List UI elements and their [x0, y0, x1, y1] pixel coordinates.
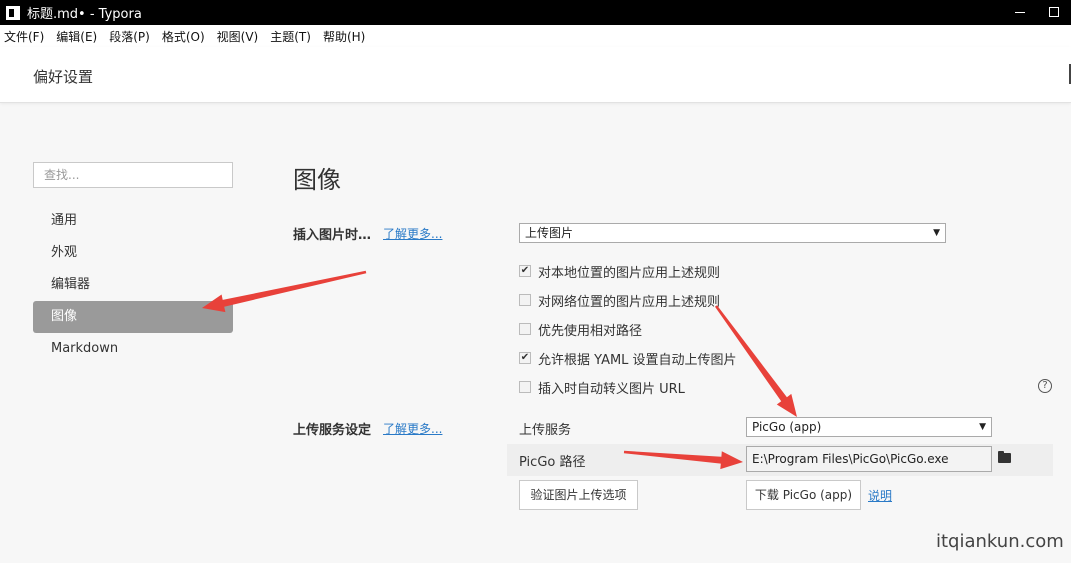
insert-image-learn-more-link[interactable]: 了解更多...: [383, 225, 442, 242]
watermark: itqiankun.com: [936, 531, 1064, 552]
insert-image-select[interactable]: 上传图片 ▼: [519, 223, 946, 243]
window-title: 标题.md• - Typora: [27, 7, 142, 22]
typora-app-icon: [6, 5, 20, 20]
sidebar-item-image[interactable]: 图像: [33, 301, 233, 333]
picgo-path-label: PicGo 路径: [519, 455, 586, 470]
help-icon[interactable]: ?: [1038, 379, 1052, 393]
folder-icon[interactable]: [998, 451, 1011, 463]
menu-view[interactable]: 视图(V): [217, 28, 259, 45]
option-yaml-auto-upload[interactable]: ✔ 允许根据 YAML 设置自动上传图片: [519, 349, 737, 368]
preferences-header: 偏好设置: [0, 47, 1071, 103]
option-label: 优先使用相对路径: [538, 323, 643, 339]
option-label: 插入时自动转义图片 URL: [538, 381, 685, 397]
checkbox-checked[interactable]: ✔: [519, 352, 531, 364]
window-controls: [1003, 0, 1071, 25]
menu-help[interactable]: 帮助(H): [323, 28, 365, 45]
menu-format[interactable]: 格式(O): [162, 28, 205, 45]
preferences-title: 偏好设置: [33, 68, 94, 86]
upload-service-label: 上传服务: [519, 423, 572, 438]
option-label: 允许根据 YAML 设置自动上传图片: [538, 352, 737, 368]
section-title: 图像: [293, 166, 341, 194]
option-local-images[interactable]: ✔ 对本地位置的图片应用上述规则: [519, 262, 721, 281]
minimize-icon: [1015, 12, 1025, 13]
menu-theme[interactable]: 主题(T): [270, 28, 311, 45]
title-bar: 标题.md• - Typora: [0, 0, 1071, 25]
option-escape-url[interactable]: 插入时自动转义图片 URL: [519, 378, 685, 397]
menu-edit[interactable]: 编辑(E): [56, 28, 97, 45]
checkbox-unchecked[interactable]: [519, 381, 531, 393]
upload-service-select-value: PicGo (app): [752, 420, 822, 434]
insert-image-select-value: 上传图片: [525, 226, 574, 240]
chevron-down-icon: ▼: [933, 228, 940, 238]
option-label: 对本地位置的图片应用上述规则: [538, 265, 721, 281]
sidebar-item-markdown[interactable]: Markdown: [33, 333, 233, 365]
download-picgo-button[interactable]: 下载 PicGo (app): [746, 480, 861, 510]
sidebar-item-editor[interactable]: 编辑器: [33, 269, 233, 301]
menu-paragraph[interactable]: 段落(P): [109, 28, 150, 45]
explain-link[interactable]: 说明: [868, 487, 892, 504]
maximize-button[interactable]: [1037, 0, 1071, 25]
checkbox-unchecked[interactable]: [519, 323, 531, 335]
minimize-button[interactable]: [1003, 0, 1037, 25]
upload-learn-more-link[interactable]: 了解更多...: [383, 420, 442, 437]
sidebar-item-general[interactable]: 通用: [33, 205, 233, 237]
menu-bar: 文件(F) 编辑(E) 段落(P) 格式(O) 视图(V) 主题(T) 帮助(H…: [0, 25, 1071, 47]
preferences-search-input[interactable]: [33, 162, 233, 188]
upload-service-select[interactable]: PicGo (app) ▼: [746, 417, 992, 437]
option-network-images[interactable]: 对网络位置的图片应用上述规则: [519, 291, 721, 310]
sidebar-item-appearance[interactable]: 外观: [33, 237, 233, 269]
insert-image-label: 插入图片时…: [293, 228, 372, 243]
chevron-down-icon: ▼: [979, 422, 986, 432]
maximize-icon: [1049, 7, 1059, 17]
verify-upload-button[interactable]: 验证图片上传选项: [519, 480, 638, 510]
option-label: 对网络位置的图片应用上述规则: [538, 294, 721, 310]
menu-file[interactable]: 文件(F): [4, 28, 44, 45]
option-relative-path[interactable]: 优先使用相对路径: [519, 320, 643, 339]
upload-service-settings-label: 上传服务设定: [293, 423, 372, 438]
checkbox-unchecked[interactable]: [519, 294, 531, 306]
picgo-path-input[interactable]: E:\Program Files\PicGo\PicGo.exe: [746, 446, 992, 472]
checkbox-checked[interactable]: ✔: [519, 265, 531, 277]
